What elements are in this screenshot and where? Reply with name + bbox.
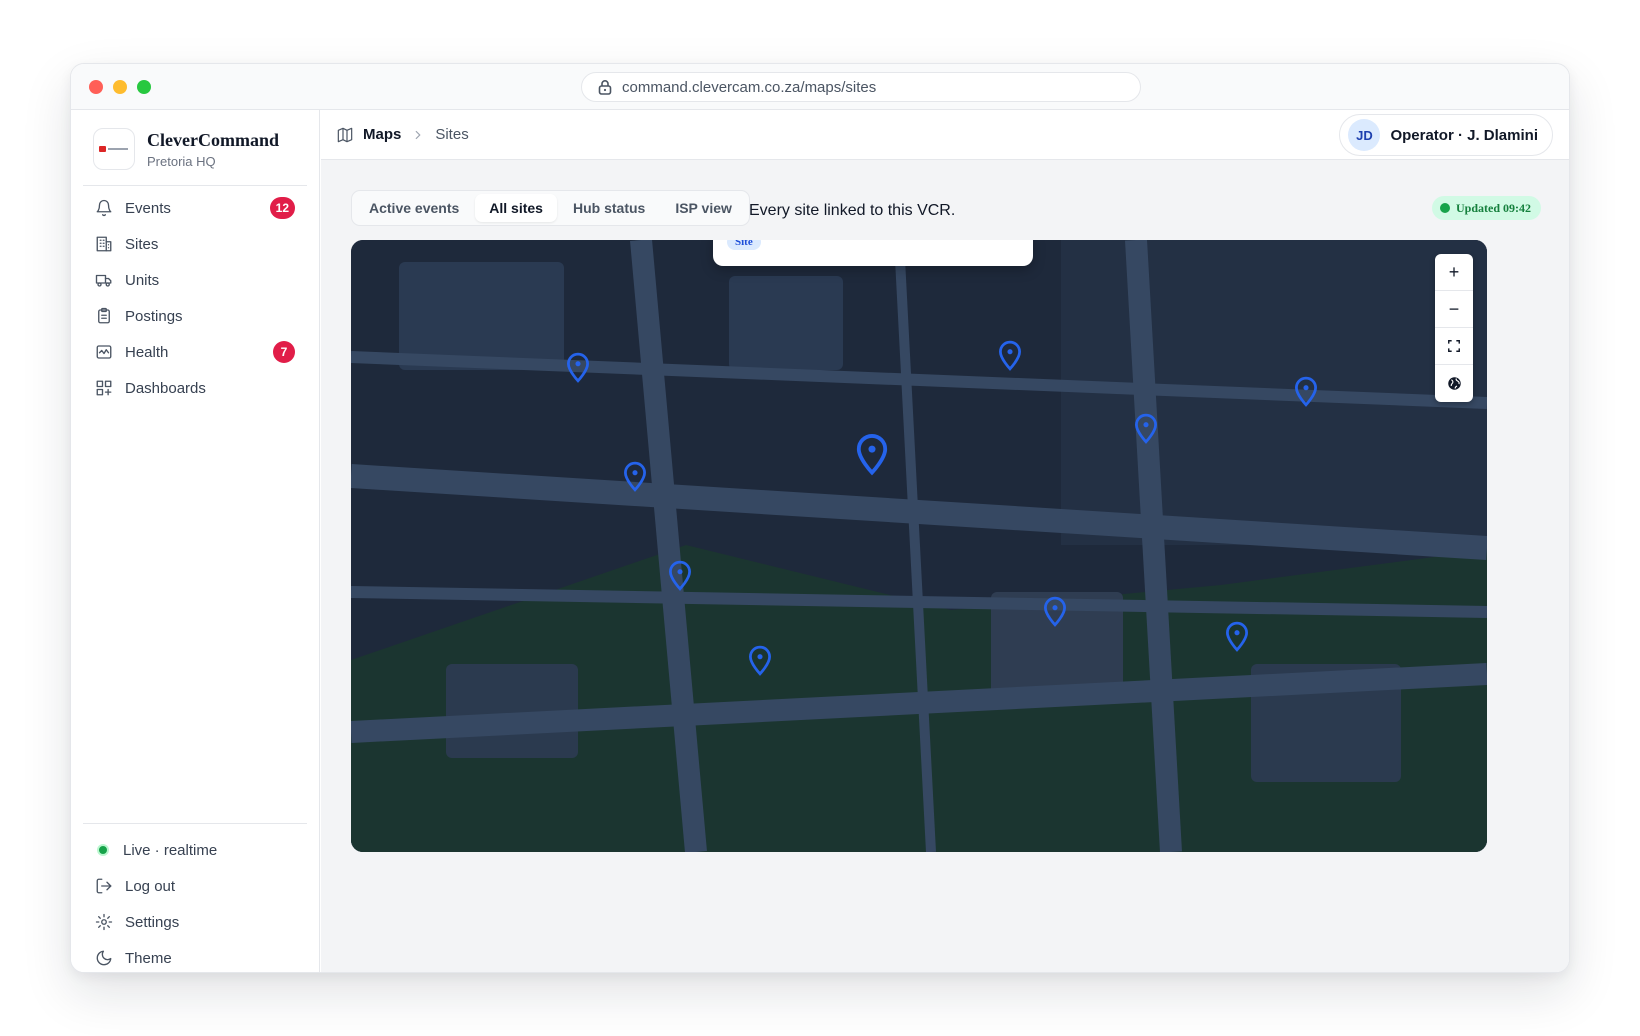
site-pin[interactable] xyxy=(1224,621,1250,658)
close-window-button[interactable] xyxy=(89,80,103,94)
live-status-label: Live · realtime xyxy=(123,841,218,859)
browser-titlebar: command.clevercam.co.za/maps/sites xyxy=(71,64,1569,110)
divider xyxy=(83,185,307,186)
theme-toggle[interactable]: Theme xyxy=(83,940,307,972)
avatar: JD xyxy=(1348,119,1381,151)
view-description: Every site linked to this VCR. xyxy=(749,202,956,219)
header: Maps Sites JD Operator · J. Dlamini xyxy=(321,110,1569,160)
sidebar-item-postings[interactable]: Postings xyxy=(83,298,307,334)
settings-button[interactable]: Settings xyxy=(83,904,307,940)
theme-label: Theme xyxy=(125,949,172,967)
truck-icon xyxy=(95,274,112,287)
breadcrumb-maps[interactable]: Maps xyxy=(363,126,401,143)
globe-view-button[interactable] xyxy=(1435,365,1473,402)
brand[interactable]: CleverCommand Pretoria HQ xyxy=(93,128,279,170)
map-icon xyxy=(337,127,353,142)
zoom-in-button[interactable]: + xyxy=(1435,254,1473,291)
building-icon xyxy=(96,236,112,252)
site-pin[interactable] xyxy=(1293,376,1319,413)
tab-active-events[interactable]: Active events xyxy=(355,194,473,222)
address-bar[interactable]: command.clevercam.co.za/maps/sites xyxy=(581,72,1141,102)
sidebar: CleverCommand Pretoria HQ Events 12 Site… xyxy=(71,110,320,972)
moon-icon xyxy=(96,950,112,966)
sidebar-item-label: Events xyxy=(125,199,171,217)
map-pin-icon xyxy=(669,560,691,591)
site-pin[interactable] xyxy=(667,560,693,597)
grid-icon xyxy=(96,380,112,396)
fullscreen-icon xyxy=(1448,340,1460,352)
breadcrumb-sites: Sites xyxy=(435,126,469,143)
live-status: Live · realtime xyxy=(83,832,307,868)
map-pin-icon xyxy=(1226,621,1248,652)
map-pin-icon xyxy=(1044,596,1066,627)
updated-badge: Updated 09:42 xyxy=(1431,196,1541,220)
tab-isp-view[interactable]: ISP view xyxy=(661,194,746,222)
maximize-window-button[interactable] xyxy=(137,80,151,94)
site-pin-selected[interactable] xyxy=(854,433,890,482)
sidebar-item-label: Sites xyxy=(125,235,159,253)
user-menu[interactable]: JD Operator · J. Dlamini xyxy=(1339,114,1553,156)
bottom-nav: Live · realtime Log out Settings Theme xyxy=(83,832,307,972)
site-pin[interactable] xyxy=(565,352,591,389)
main-content: Maps Sites JD Operator · J. Dlamini Acti… xyxy=(321,110,1569,972)
sidebar-item-dashboards[interactable]: Dashboards xyxy=(83,370,307,406)
map-pin-icon xyxy=(856,434,888,476)
logout-button[interactable]: Log out xyxy=(83,868,307,904)
map-view-tabs: Active events All sites Hub status ISP v… xyxy=(351,190,750,226)
logout-icon xyxy=(96,878,112,894)
events-count-badge: 12 xyxy=(269,197,295,219)
map-base xyxy=(351,240,1487,852)
map-pin-icon xyxy=(567,352,589,383)
settings-label: Settings xyxy=(125,913,180,931)
user-name: Operator · J. Dlamini xyxy=(1390,126,1538,144)
clipboard-icon xyxy=(98,307,110,324)
sidebar-item-label: Units xyxy=(125,271,160,289)
main-nav: Events 12 Sites Units Postings Health 7 xyxy=(83,190,307,406)
site-popup[interactable]: Site xyxy=(713,240,1033,266)
minimize-window-button[interactable] xyxy=(113,80,127,94)
updated-label: Updated 09:42 xyxy=(1455,200,1531,215)
map-pin-icon xyxy=(1295,376,1317,407)
sidebar-item-label: Postings xyxy=(125,307,183,325)
health-count-badge: 7 xyxy=(273,341,295,363)
site-pin[interactable] xyxy=(622,461,648,498)
sidebar-item-sites[interactable]: Sites xyxy=(83,226,307,262)
url-text: command.clevercam.co.za/maps/sites xyxy=(622,78,877,96)
sidebar-item-events[interactable]: Events 12 xyxy=(83,190,307,226)
gear-icon xyxy=(95,913,113,931)
map-pin-icon xyxy=(999,340,1021,371)
browser-window: command.clevercam.co.za/maps/sites Cleve… xyxy=(70,63,1570,973)
live-status-dot-icon xyxy=(97,844,109,856)
brand-logo xyxy=(93,128,135,170)
divider xyxy=(83,823,307,824)
popup-site-tag: Site xyxy=(727,240,761,250)
sidebar-item-units[interactable]: Units xyxy=(83,262,307,298)
map-pin-icon xyxy=(1135,413,1157,444)
activity-icon xyxy=(96,345,112,359)
bell-icon xyxy=(96,199,112,217)
site-pin[interactable] xyxy=(1133,413,1159,450)
logout-label: Log out xyxy=(125,877,176,895)
site-pin[interactable] xyxy=(747,645,773,682)
sidebar-item-health[interactable]: Health 7 xyxy=(83,334,307,370)
status-dot-icon xyxy=(1439,203,1450,213)
sidebar-item-label: Dashboards xyxy=(125,379,206,397)
fullscreen-button[interactable] xyxy=(1435,328,1473,365)
site-pin[interactable] xyxy=(1042,596,1068,633)
tab-hub-status[interactable]: Hub status xyxy=(559,194,659,222)
lock-icon xyxy=(598,80,612,95)
sidebar-item-label: Health xyxy=(125,343,169,361)
chevron-right-icon xyxy=(416,130,421,139)
map-pin-icon xyxy=(749,645,771,676)
sites-map[interactable]: Site + − xyxy=(351,240,1487,852)
map-pin-icon xyxy=(624,461,646,492)
map-controls: + − xyxy=(1435,254,1473,402)
tab-all-sites[interactable]: All sites xyxy=(475,194,557,222)
globe-icon xyxy=(1447,377,1461,390)
brand-location: Pretoria HQ xyxy=(147,153,216,169)
zoom-out-button[interactable]: − xyxy=(1435,291,1473,328)
site-pin[interactable] xyxy=(997,340,1023,377)
brand-name: CleverCommand xyxy=(147,129,279,150)
